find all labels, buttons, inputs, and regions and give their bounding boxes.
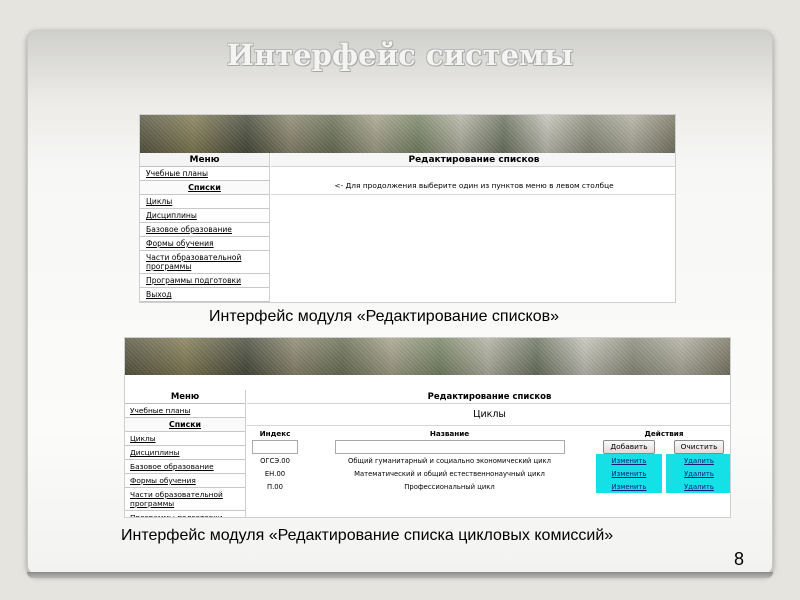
menu-title: Меню	[125, 390, 245, 404]
column-header-name: Название	[429, 428, 470, 438]
screenshot-list-editing: Меню Учебные планы Списки Циклы Дисциплины Б…	[139, 114, 676, 303]
sidebar-item-4[interactable]: Базовое образование	[140, 223, 269, 237]
content-title: Редактирование списков	[247, 390, 730, 404]
column-header-index: Индекс	[259, 428, 291, 438]
sidebar-item-2[interactable]: Циклы	[140, 195, 269, 209]
sidebar-item-1[interactable]: Списки	[125, 418, 245, 432]
add-button[interactable]: Добавить	[603, 440, 655, 454]
main-content: Редактирование списков <- Для продолжени…	[271, 153, 675, 302]
sidebar-item-2[interactable]: Циклы	[125, 432, 245, 446]
slide-title: Интерфейс системы	[226, 38, 574, 72]
input-row: Добавить Очистить	[247, 440, 730, 454]
index-input[interactable]	[252, 440, 298, 454]
caption-list-editing: Интерфейс модуля «Редактирование списков…	[209, 308, 560, 325]
sidebar-item-5[interactable]: Формы обучения	[125, 474, 245, 488]
section-title: Циклы	[247, 404, 730, 426]
sidebar-item-6[interactable]: Части образовательной программы	[140, 251, 269, 274]
edit-link[interactable]: Изменить	[596, 467, 662, 480]
cell-name: Профессиональный цикл	[404, 482, 495, 491]
slide-bottom-edge	[27, 572, 773, 578]
delete-link[interactable]: Удалить	[666, 454, 730, 467]
sidebar-item-7[interactable]: Программы подготовки	[140, 274, 269, 288]
menu-title: Меню	[140, 153, 269, 167]
sidebar-item-3[interactable]: Дисциплины	[140, 209, 269, 223]
sidebar-menu: Меню Учебные планы Списки Циклы Дисциплины Б…	[140, 153, 270, 302]
cell-name: Математический и общий естественнонаучны…	[354, 469, 545, 478]
edit-link[interactable]: Изменить	[596, 480, 662, 493]
screenshot-cycle-commissions: Меню Учебные планы Списки Циклы Дисциплины Б…	[124, 337, 731, 518]
main-content: Редактирование списков Циклы Индекс Назв…	[247, 390, 730, 517]
edit-link[interactable]: Изменить	[596, 454, 662, 467]
sidebar-item-3[interactable]: Дисциплины	[125, 446, 245, 460]
delete-link[interactable]: Удалить	[666, 467, 730, 480]
sidebar-item-8[interactable]: Выход	[140, 288, 269, 302]
instruction-text: <- Для продолжения выберите один из пунк…	[271, 181, 675, 195]
column-header-actions: Действия	[644, 428, 684, 438]
cell-index: П.00	[267, 482, 283, 491]
delete-link[interactable]: Удалить	[666, 480, 730, 493]
sidebar-item-1[interactable]: Списки	[140, 181, 269, 195]
sidebar-item-7[interactable]: Программы подготовки	[125, 511, 245, 517]
header-banner-image	[125, 338, 730, 375]
sidebar-menu: Меню Учебные планы Списки Циклы Дисциплины Б…	[125, 390, 246, 517]
header-banner-image	[140, 115, 675, 153]
table-row: П.00 Профессиональный цикл Изменить Удалить	[247, 480, 730, 493]
sidebar-item-5[interactable]: Формы обучения	[140, 237, 269, 251]
sidebar-item-6[interactable]: Части образовательной программы	[125, 488, 245, 511]
sidebar-item-0[interactable]: Учебные планы	[125, 404, 245, 418]
caption-cycle-commissions: Интерфейс модуля «Редактирование списка …	[121, 527, 614, 544]
cell-index: ЕН.00	[264, 469, 286, 478]
page-number: 8	[733, 549, 744, 569]
sidebar-item-4[interactable]: Базовое образование	[125, 460, 245, 474]
sidebar-item-0[interactable]: Учебные планы	[140, 167, 269, 181]
cycles-table: Индекс Название Действия Добавить Очисти…	[247, 426, 730, 493]
table-row: ЕН.00 Математический и общий естественнон…	[247, 467, 730, 480]
name-input[interactable]	[334, 440, 565, 454]
cell-index: ОГСЭ.00	[260, 456, 290, 465]
cell-name: Общий гуманитарный и социально экономиче…	[348, 456, 551, 465]
clear-button[interactable]: Очистить	[673, 440, 725, 454]
table-row: ОГСЭ.00 Общий гуманитарный и социально эк…	[247, 454, 730, 467]
content-title: Редактирование списков	[271, 153, 675, 167]
